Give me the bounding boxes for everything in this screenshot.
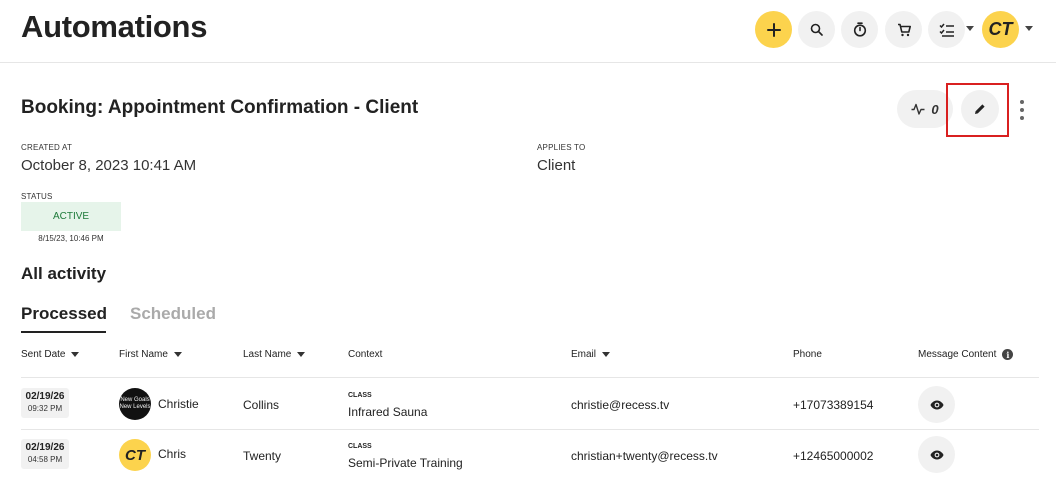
add-button[interactable] (755, 11, 792, 48)
column-header-context: Context (348, 349, 382, 360)
automation-title: Booking: Appointment Confirmation - Clie… (21, 97, 419, 118)
column-header-first-name[interactable]: First Name (119, 349, 182, 360)
column-header-message-content: Message Content i (918, 349, 1014, 360)
column-header-label: Email (571, 349, 597, 360)
created-at-value: October 8, 2023 10:41 AM (21, 157, 197, 174)
activity-pulse-icon (911, 103, 925, 115)
table-row: 02/19/26 09:32 PM New Goals New Levels C… (0, 379, 1056, 429)
page-title: Automations (21, 9, 208, 44)
active-tab-underline (21, 331, 106, 333)
cart-icon (897, 23, 911, 36)
sent-date-chip: 02/19/26 04:58 PM (21, 439, 69, 469)
user-menu-caret-icon[interactable] (1025, 26, 1033, 31)
sort-caret-icon (71, 352, 80, 357)
eye-icon (930, 450, 943, 459)
sort-caret-icon (297, 352, 306, 357)
sent-date: 02/19/26 (25, 391, 65, 402)
status-date: 8/15/23, 10:46 PM (38, 234, 104, 243)
divider (21, 377, 1039, 378)
last-name: Twenty (243, 449, 282, 463)
applies-to-value: Client (537, 157, 576, 174)
avatar: CT (119, 439, 151, 471)
context-value: Semi-Private Training (348, 456, 463, 470)
timer-button[interactable] (841, 11, 878, 48)
sent-date-chip: 02/19/26 09:32 PM (21, 388, 69, 418)
top-bar: Automations CT (0, 0, 1056, 63)
avatar: New Goals New Levels (119, 388, 151, 420)
column-header-label: Context (348, 349, 383, 360)
checklist-icon (938, 23, 954, 37)
view-message-button[interactable] (918, 436, 955, 473)
stopwatch-icon (853, 22, 866, 37)
last-name: Collins (243, 398, 280, 412)
tab-processed[interactable]: Processed (21, 304, 107, 324)
search-button[interactable] (798, 11, 835, 48)
sent-time: 04:58 PM (27, 455, 63, 464)
first-name: Chris (158, 447, 187, 461)
activity-count: 0 (931, 101, 939, 117)
tab-scheduled[interactable]: Scheduled (130, 304, 216, 324)
column-header-label: Sent Date (21, 349, 66, 360)
status-badge: ACTIVE (21, 202, 121, 231)
column-header-phone: Phone (793, 349, 822, 360)
search-icon (810, 23, 823, 36)
cart-button[interactable] (885, 11, 922, 48)
pencil-icon (975, 104, 985, 114)
column-header-label: Phone (793, 349, 822, 360)
applies-to-label: APPLIES TO (537, 143, 586, 152)
sent-date: 02/19/26 (25, 442, 65, 453)
all-activity-heading: All activity (21, 264, 107, 283)
kebab-dot (1020, 116, 1024, 120)
context-value: Infrared Sauna (348, 405, 428, 419)
user-avatar[interactable]: CT (982, 11, 1019, 48)
sort-caret-icon (173, 352, 182, 357)
phone: +12465000002 (793, 449, 874, 463)
table-row: 02/19/26 04:58 PM CT Chris Twenty CLASS … (0, 430, 1056, 478)
column-header-sent-date[interactable]: Sent Date (21, 349, 80, 360)
eye-icon (930, 400, 943, 409)
edit-button[interactable] (961, 90, 999, 128)
kebab-dot (1020, 100, 1024, 104)
more-options-button[interactable] (1016, 100, 1028, 120)
phone: +17073389154 (793, 398, 874, 412)
plus-icon (766, 22, 781, 37)
tasks-button[interactable] (928, 11, 965, 48)
sort-caret-icon (602, 352, 611, 357)
column-header-label: Last Name (243, 349, 292, 360)
context-label: CLASS (348, 392, 372, 399)
context-label: CLASS (348, 443, 372, 450)
column-header-email[interactable]: Email (571, 349, 611, 360)
created-at-label: CREATED AT (21, 143, 73, 152)
activity-count-button[interactable]: 0 (897, 90, 953, 128)
column-header-label: First Name (119, 349, 168, 360)
email: christie@recess.tv (571, 398, 670, 412)
info-icon[interactable]: i (1002, 349, 1014, 360)
sent-time: 09:32 PM (27, 404, 63, 413)
kebab-dot (1020, 108, 1024, 112)
column-header-label: Message Content (918, 349, 997, 360)
column-header-last-name[interactable]: Last Name (243, 349, 306, 360)
first-name: Christie (158, 397, 199, 411)
email: christian+twenty@recess.tv (571, 449, 718, 463)
status-label: STATUS (21, 192, 53, 201)
tasks-dropdown-caret-icon[interactable] (966, 26, 974, 31)
view-message-button[interactable] (918, 386, 955, 423)
